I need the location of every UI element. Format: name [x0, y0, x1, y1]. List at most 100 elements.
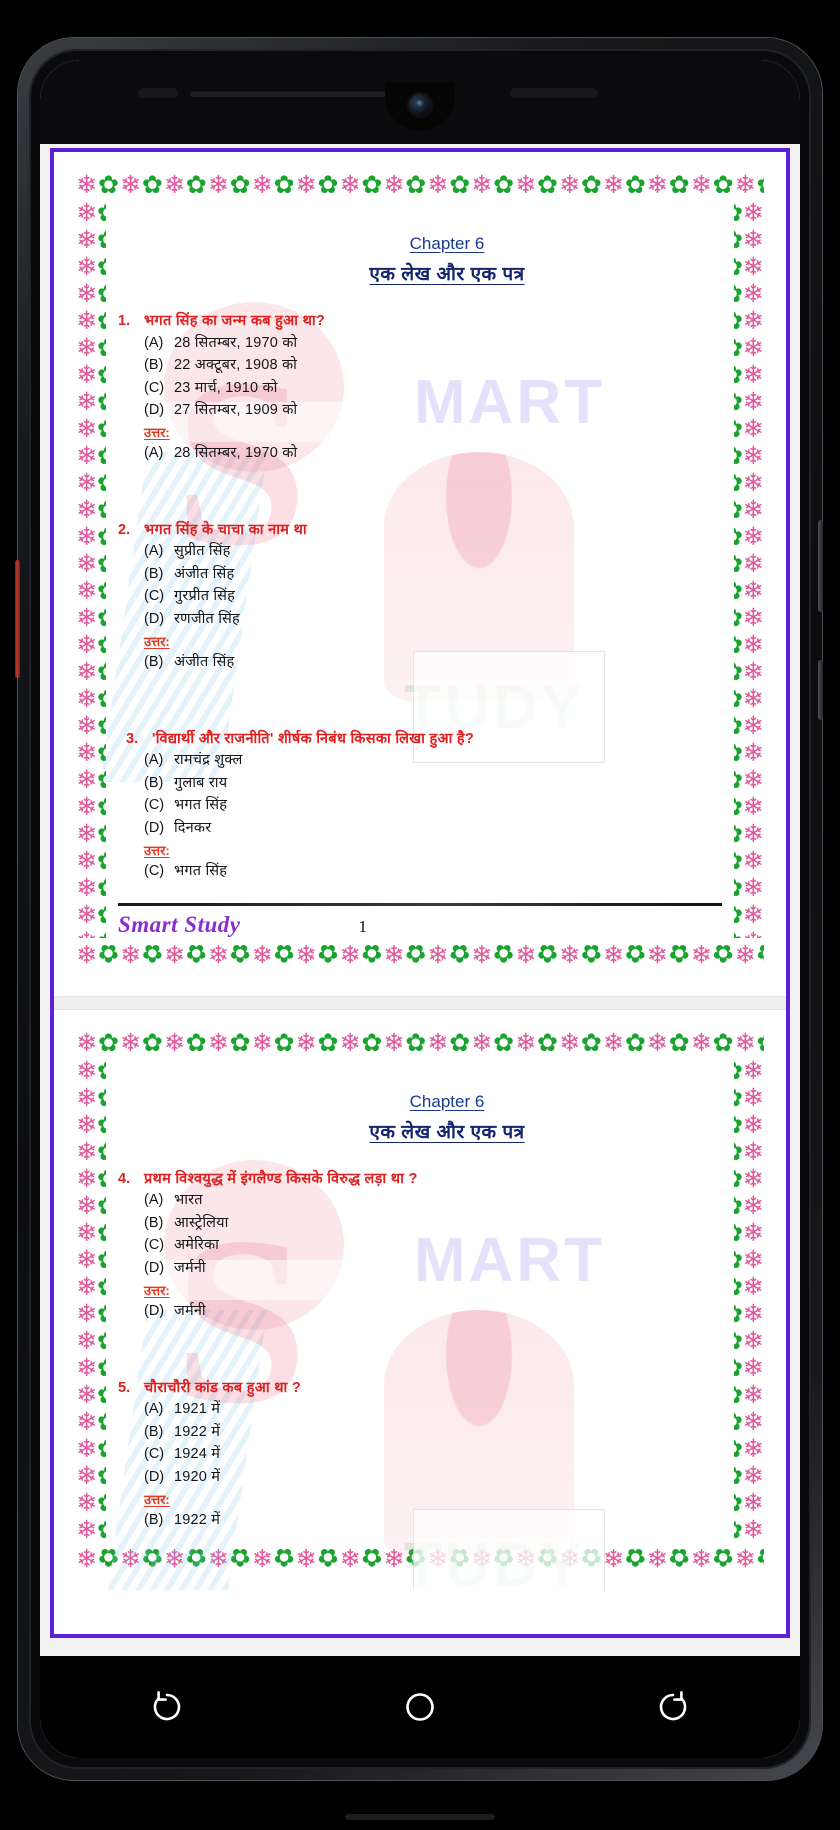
garland-right: ❄✿❄✿❄✿❄✿❄✿❄✿❄✿❄✿❄✿❄✿❄✿❄✿❄✿❄✿❄✿❄✿❄✿❄✿❄✿❄✿… [734, 1057, 764, 1542]
chapter-title: एक लेख और एक पत्र [369, 1121, 525, 1143]
screenshot-root: S MART TUDY ❄✿❄✿❄✿❄✿❄✿❄✿❄✿❄✿❄✿❄✿❄✿❄✿❄✿❄✿… [0, 0, 840, 1830]
secondary-side-button[interactable] [818, 660, 823, 720]
option-key: (A) [144, 1401, 164, 1418]
question-text: प्रथम विश्वयुद्ध में इंगलैण्ड किसके विरु… [144, 1170, 418, 1187]
option-key: (A) [144, 334, 164, 351]
option-line[interactable]: (A) 1921 में [118, 1398, 722, 1420]
home-circle-icon [406, 1693, 434, 1721]
option-key: (B) [144, 1423, 164, 1440]
document-page: S MART TUDY ❄✿❄✿❄✿❄✿❄✿❄✿❄✿❄✿❄✿❄✿❄✿❄✿❄✿❄✿… [54, 152, 786, 996]
option-line[interactable]: (C) 23 मार्च, 1910 को [118, 377, 722, 399]
answer-key: (D) [144, 1303, 165, 1320]
chapter-label: Chapter 6 [409, 234, 485, 253]
garland-top: ❄✿❄✿❄✿❄✿❄✿❄✿❄✿❄✿❄✿❄✿❄✿❄✿❄✿❄✿❄✿❄✿❄✿❄✿❄✿❄✿… [76, 1028, 764, 1057]
option-line[interactable]: (D) जर्मनी [118, 1257, 722, 1279]
option-value: 1920 में [174, 1468, 221, 1485]
brand-label: Smart Study [118, 911, 241, 937]
option-line[interactable]: (D) 27 सितम्बर, 1909 को [118, 399, 722, 421]
recents-icon [153, 1691, 180, 1721]
question-line: 3. 'विद्यार्थी और राजनीति' शीर्षक निबंध … [118, 730, 722, 750]
chapter-label: Chapter 6 [409, 1091, 485, 1111]
option-value: जर्मनी [174, 1259, 206, 1276]
option-value: रणजीत सिंह [174, 610, 240, 627]
garland-bottom: ❄✿❄✿❄✿❄✿❄✿❄✿❄✿❄✿❄✿❄✿❄✿❄✿❄✿❄✿❄✿❄✿❄✿❄✿❄✿❄✿… [76, 938, 764, 967]
page-body: Chapter 6 एक लेख और एक पत्र 4. प्रथम विश… [118, 1092, 722, 1532]
option-line[interactable]: (B) 22 अक्टूबर, 1908 को [118, 354, 722, 376]
option-line[interactable]: (D) 1920 में [118, 1466, 722, 1488]
option-key: (B) [144, 1214, 164, 1231]
status-bar-area [40, 60, 800, 144]
option-line[interactable]: (B) 1922 में [118, 1421, 722, 1443]
answer-key: (B) [144, 1512, 164, 1529]
option-key: (C) [144, 1237, 165, 1254]
page-inner: ❄✿❄✿❄✿❄✿❄✿❄✿❄✿❄✿❄✿❄✿❄✿❄✿❄✿❄✿❄✿❄✿❄✿❄✿❄✿❄✿… [76, 170, 764, 968]
question-number: 3. [126, 730, 139, 747]
phone-screen: S MART TUDY ❄✿❄✿❄✿❄✿❄✿❄✿❄✿❄✿❄✿❄✿❄✿❄✿❄✿❄✿… [40, 60, 800, 1758]
back-button[interactable] [642, 1676, 704, 1738]
option-line[interactable]: (A) भारत [118, 1189, 722, 1211]
answer-label: उत्तर: [144, 425, 170, 441]
volume-button[interactable] [15, 560, 20, 678]
option-line[interactable]: (A) सुप्रीत सिंह [118, 540, 722, 562]
answer-label: उत्तर: [144, 1283, 170, 1299]
option-value: 22 अक्टूबर, 1908 को [174, 357, 298, 374]
recents-button[interactable] [136, 1676, 198, 1738]
garland-bottom: ❄✿❄✿❄✿❄✿❄✿❄✿❄✿❄✿❄✿❄✿❄✿❄✿❄✿❄✿❄✿❄✿❄✿❄✿❄✿❄✿… [76, 1542, 764, 1571]
answer-line: (B) अंजीत सिंह [118, 651, 722, 673]
question-block: 3. 'विद्यार्थी और राजनीति' शीर्षक निबंध … [118, 730, 722, 883]
option-value: आस्ट्रेलिया [174, 1214, 229, 1231]
answer-key: (C) [144, 863, 165, 880]
page-inner: ❄✿❄✿❄✿❄✿❄✿❄✿❄✿❄✿❄✿❄✿❄✿❄✿❄✿❄✿❄✿❄✿❄✿❄✿❄✿❄✿… [76, 1028, 764, 1572]
answer-value: 28 सितम्बर, 1970 को [174, 445, 298, 462]
option-value: अमेरिका [174, 1237, 220, 1254]
question-number: 4. [118, 1170, 131, 1187]
option-key: (D) [144, 401, 165, 418]
answer-label: उत्तर: [144, 843, 170, 859]
power-button[interactable] [818, 520, 823, 612]
option-line[interactable]: (A) रामचंद्र शुक्ल [118, 749, 722, 771]
pages-host: S MART TUDY ❄✿❄✿❄✿❄✿❄✿❄✿❄✿❄✿❄✿❄✿❄✿❄✿❄✿❄✿… [54, 152, 786, 1590]
question-text: 'विद्यार्थी और राजनीति' शीर्षक निबंध किस… [152, 730, 475, 747]
page-body: Chapter 6 एक लेख और एक पत्र 1. भगत सिंह … [118, 234, 722, 883]
question-text: भगत सिंह के चाचा का नाम था [144, 521, 307, 538]
answer-line: (D) जर्मनी [118, 1300, 722, 1322]
option-line[interactable]: (D) रणजीत सिंह [118, 608, 722, 630]
document-viewport[interactable]: S MART TUDY ❄✿❄✿❄✿❄✿❄✿❄✿❄✿❄✿❄✿❄✿❄✿❄✿❄✿❄✿… [40, 144, 800, 1656]
option-key: (D) [144, 610, 165, 627]
option-key: (C) [144, 1446, 165, 1463]
footer-divider [118, 902, 722, 906]
answer-key: (B) [144, 654, 164, 671]
question-block: 4. प्रथम विश्वयुद्ध में इंगलैण्ड किसके व… [118, 1170, 722, 1323]
option-line[interactable]: (C) भगत सिंह [118, 794, 722, 816]
option-line[interactable]: (B) आस्ट्रेलिया [118, 1212, 722, 1234]
option-line[interactable]: (B) अंजीत सिंह [118, 563, 722, 585]
question-line: 4. प्रथम विश्वयुद्ध में इंगलैण्ड किसके व… [118, 1170, 722, 1190]
option-value: 1924 में [174, 1446, 221, 1463]
answer-value: 1922 में [174, 1512, 221, 1529]
option-line[interactable]: (A) 28 सितम्बर, 1970 को [118, 332, 722, 354]
answer-label: उत्तर: [144, 634, 170, 650]
option-key: (B) [144, 565, 164, 582]
question-line: 2. भगत सिंह के चाचा का नाम था [118, 521, 722, 541]
option-line[interactable]: (B) गुलाब राय [118, 772, 722, 794]
option-value: 23 मार्च, 1910 को [174, 379, 278, 396]
question-text: चौराचौरी कांड कब हुआ था ? [144, 1379, 302, 1396]
document-page: S MART TUDY ❄✿❄✿❄✿❄✿❄✿❄✿❄✿❄✿❄✿❄✿❄✿❄✿❄✿❄✿… [54, 1009, 786, 1590]
android-navigation-bar [40, 1656, 800, 1758]
option-key: (D) [144, 1468, 165, 1485]
option-line[interactable]: (C) अमेरिका [118, 1234, 722, 1256]
option-key: (A) [144, 1192, 164, 1209]
option-line[interactable]: (C) गुरप्रीत सिंह [118, 585, 722, 607]
proximity-sensor-icon [510, 88, 598, 98]
option-line[interactable]: (D) दिनकर [118, 817, 722, 839]
garland-left: ❄✿❄✿❄✿❄✿❄✿❄✿❄✿❄✿❄✿❄✿❄✿❄✿❄✿❄✿❄✿❄✿❄✿❄✿❄✿❄✿… [76, 1057, 106, 1542]
option-line[interactable]: (C) 1924 में [118, 1443, 722, 1465]
question-line: 5. चौराचौरी कांड कब हुआ था ? [118, 1379, 722, 1399]
option-value: सुप्रीत सिंह [174, 543, 231, 560]
home-button[interactable] [389, 1676, 451, 1738]
garland-right: ❄✿❄✿❄✿❄✿❄✿❄✿❄✿❄✿❄✿❄✿❄✿❄✿❄✿❄✿❄✿❄✿❄✿❄✿❄✿❄✿… [734, 200, 764, 938]
answer-value: भगत सिंह [174, 863, 228, 880]
answer-line: (A) 28 सितम्बर, 1970 को [118, 442, 722, 464]
page-divider [54, 995, 786, 1010]
garland-top: ❄✿❄✿❄✿❄✿❄✿❄✿❄✿❄✿❄✿❄✿❄✿❄✿❄✿❄✿❄✿❄✿❄✿❄✿❄✿❄✿… [76, 171, 764, 199]
